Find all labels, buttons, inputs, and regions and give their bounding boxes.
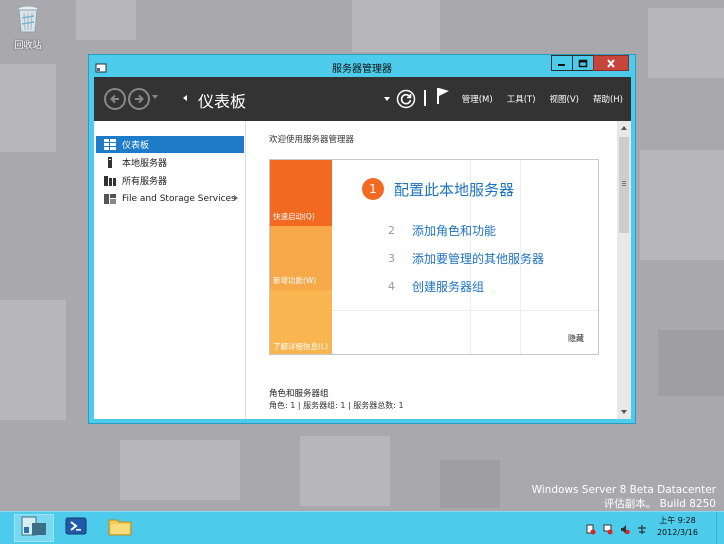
sidebar: 仪表板 本地服务器 所有服务器 File and Storage Service… xyxy=(94,121,246,419)
roles-section-stats: 角色: 1 | 服务器组: 1 | 服务器总数: 1 xyxy=(269,401,404,410)
recycle-bin-icon xyxy=(16,4,40,34)
desktop-tile xyxy=(0,300,66,420)
show-desktop-button[interactable] xyxy=(716,512,724,544)
powershell-icon xyxy=(65,517,87,539)
tile-whats-new[interactable]: 新增功能(W) xyxy=(270,226,332,290)
panel-watermark-line xyxy=(332,310,598,311)
sidebar-item-dashboard[interactable]: 仪表板 xyxy=(96,136,244,153)
clock-time: 上午 9:28 xyxy=(659,516,696,525)
step-number: 4 xyxy=(388,280,395,293)
desktop-tile xyxy=(76,0,136,40)
history-dropdown-icon[interactable] xyxy=(152,95,158,99)
sidebar-item-label: 本地服务器 xyxy=(122,159,168,169)
maximize-button[interactable] xyxy=(572,55,594,71)
chevron-right-icon[interactable] xyxy=(234,195,238,201)
tile-label: 新增功能(W) xyxy=(273,276,317,285)
dashboard-icon xyxy=(104,139,116,150)
menu-help[interactable]: 帮助(H) xyxy=(593,93,623,105)
sidebar-item-file-storage[interactable]: File and Storage Services xyxy=(96,190,244,207)
title-bar[interactable]: 服务器管理器 xyxy=(89,55,635,77)
server-icon xyxy=(104,157,116,168)
server-manager-taskbar-icon xyxy=(20,515,48,541)
tile-learn-more[interactable]: 了解详细信息(L) xyxy=(270,290,332,354)
forward-button[interactable] xyxy=(128,88,150,110)
tile-label: 了解详细信息(L) xyxy=(273,342,329,351)
refresh-icon[interactable] xyxy=(396,89,416,109)
sidebar-item-local-server[interactable]: 本地服务器 xyxy=(96,154,244,171)
step-number: 3 xyxy=(388,252,395,265)
desktop-tile xyxy=(300,436,390,506)
vertical-scrollbar[interactable] xyxy=(617,121,631,419)
taskbar-file-explorer[interactable] xyxy=(100,514,140,542)
desktop-tile xyxy=(640,150,724,260)
menu-manage[interactable]: 管理(M) xyxy=(462,93,493,105)
watermark-build: 评估副本。 Build 8250 xyxy=(603,498,716,510)
tile-label: 快速启动(Q) xyxy=(273,212,315,221)
desktop-tile xyxy=(648,8,724,78)
tray-network-icon[interactable] xyxy=(603,520,613,535)
breadcrumb-dropdown-icon[interactable] xyxy=(384,97,390,101)
storage-icon xyxy=(104,193,116,204)
main-content: 欢迎使用服务器管理器 快速启动(Q) 新增功能(W) 了解详细信息(L) 1 配… xyxy=(247,121,617,419)
navigation-header: 仪表板 管理(M) 工具(T) 视图(V) 帮助(H) xyxy=(94,77,631,121)
clock-date: 2012/3/16 xyxy=(656,528,698,537)
desktop-tile xyxy=(352,0,440,52)
back-button[interactable] xyxy=(104,88,126,110)
desktop-tile xyxy=(658,330,724,396)
desktop-tile xyxy=(0,64,56,152)
taskbar: 上午 9:28 2012/3/16 xyxy=(0,511,724,544)
desktop-tile xyxy=(440,460,500,508)
scroll-grip xyxy=(622,181,626,182)
step-create-server-group[interactable]: 创建服务器组 xyxy=(412,278,484,295)
hide-link[interactable]: 隐藏 xyxy=(568,333,584,344)
step-number-badge: 1 xyxy=(362,178,384,200)
sidebar-item-label: 仪表板 xyxy=(122,141,150,151)
breadcrumb: 仪表板 xyxy=(198,92,247,111)
desktop-tile xyxy=(120,440,240,500)
menu-bar: 管理(M) 工具(T) 视图(V) 帮助(H) xyxy=(448,77,623,121)
recycle-bin[interactable]: 回收站 xyxy=(8,4,48,51)
window-client: 仪表板 管理(M) 工具(T) 视图(V) 帮助(H) 仪表板 本地服务器 所有… xyxy=(94,77,631,419)
step-number: 2 xyxy=(388,224,395,237)
scroll-down-icon[interactable] xyxy=(621,410,627,414)
scroll-up-icon[interactable] xyxy=(621,126,627,130)
tray-volume-icon[interactable] xyxy=(620,520,630,535)
tray-action-center-icon[interactable] xyxy=(586,520,596,535)
sidebar-item-all-servers[interactable]: 所有服务器 xyxy=(96,172,244,189)
header-separator xyxy=(424,90,426,106)
server-manager-window: 服务器管理器 仪表板 管理(M) 工具(T) 视图(V) 帮助(H) 仪表板 本… xyxy=(88,54,636,424)
sidebar-item-label: File and Storage Services xyxy=(122,193,236,204)
sidebar-item-label: 所有服务器 xyxy=(122,177,168,187)
taskbar-server-manager[interactable] xyxy=(14,514,54,542)
folder-icon xyxy=(108,516,132,540)
tray-input-method-icon[interactable] xyxy=(637,520,647,534)
menu-view[interactable]: 视图(V) xyxy=(550,93,579,105)
taskbar-powershell[interactable] xyxy=(56,514,96,542)
close-button[interactable] xyxy=(593,55,629,71)
watermark-edition: Windows Server 8 Beta Datacenter xyxy=(531,484,716,496)
scroll-thumb[interactable] xyxy=(619,137,629,233)
quick-start-panel: 快速启动(Q) 新增功能(W) 了解详细信息(L) 1 配置此本地服务器 2 添… xyxy=(269,159,599,355)
breadcrumb-arrow-icon xyxy=(183,95,187,101)
taskbar-clock[interactable]: 上午 9:28 2012/3/16 xyxy=(657,515,698,539)
os-watermark: Windows Server 8 Beta Datacenter 评估副本。 B… xyxy=(532,483,716,511)
step-configure-local-server[interactable]: 配置此本地服务器 xyxy=(394,179,514,200)
roles-section-title: 角色和服务器组 xyxy=(269,389,329,399)
welcome-heading: 欢迎使用服务器管理器 xyxy=(269,135,355,145)
tile-quick-start[interactable]: 快速启动(Q) xyxy=(270,160,332,226)
step-add-other-servers[interactable]: 添加要管理的其他服务器 xyxy=(412,250,544,267)
step-add-roles-features[interactable]: 添加角色和功能 xyxy=(412,222,496,239)
minimize-button[interactable] xyxy=(551,55,573,71)
menu-tools[interactable]: 工具(T) xyxy=(507,93,536,105)
servers-icon xyxy=(104,175,116,186)
recycle-bin-label: 回收站 xyxy=(14,41,42,51)
system-tray xyxy=(586,520,654,535)
